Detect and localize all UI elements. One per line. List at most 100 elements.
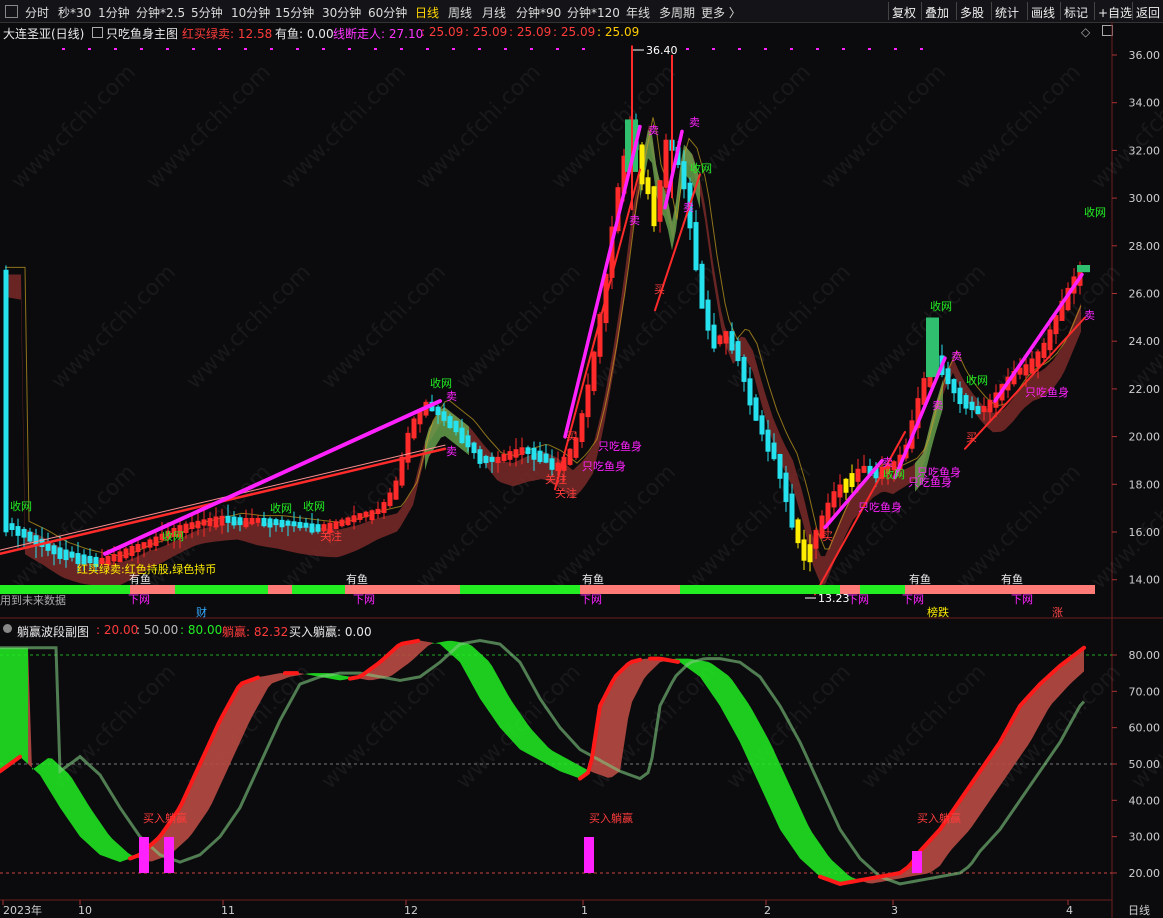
zhichi-label: 只吃鱼身 bbox=[917, 465, 961, 479]
buy-tangying-label: 买入躺赢 bbox=[917, 811, 961, 825]
shouwang-label: 收网 bbox=[162, 529, 184, 543]
osc-band-slice bbox=[768, 738, 772, 812]
candle-body bbox=[27, 531, 33, 542]
candle-body bbox=[717, 335, 723, 345]
shouwang-label: 收网 bbox=[930, 299, 952, 313]
watermark-text: www.cfchi.com bbox=[142, 60, 276, 194]
candle-body bbox=[567, 448, 573, 465]
candle-body bbox=[363, 511, 369, 518]
top-dot bbox=[296, 48, 299, 50]
osc-band-slice bbox=[12, 647, 16, 763]
candle-body bbox=[273, 519, 279, 526]
osc-band-slice bbox=[88, 804, 92, 848]
top-dot bbox=[556, 48, 559, 50]
price-axis-label: 28.00 bbox=[1129, 240, 1161, 253]
cai-label: 财 bbox=[196, 605, 207, 619]
candle-body bbox=[441, 411, 447, 421]
top-dot bbox=[452, 48, 455, 50]
signal-band-segment bbox=[175, 585, 268, 594]
candle-body bbox=[459, 427, 465, 444]
candle-body bbox=[369, 510, 375, 521]
candle-body bbox=[525, 447, 531, 455]
price-axis-label: 34.00 bbox=[1129, 97, 1161, 110]
candle-body bbox=[375, 508, 381, 514]
candle-body bbox=[285, 520, 291, 526]
top-dot bbox=[868, 48, 871, 50]
osc-band-slice bbox=[640, 658, 644, 687]
candle-body bbox=[831, 491, 837, 508]
watermark-text: www.cfchi.com bbox=[7, 60, 141, 194]
top-dot bbox=[322, 48, 325, 50]
osc-band-slice bbox=[780, 764, 784, 836]
xiawang-label: 下网 bbox=[1011, 593, 1033, 606]
candle-highlight bbox=[1077, 265, 1090, 273]
osc-band-slice bbox=[808, 825, 812, 870]
osc-band-slice bbox=[756, 716, 760, 786]
zhang-label: 涨 bbox=[1052, 606, 1063, 619]
candle-body bbox=[249, 517, 255, 525]
osc-band-slice bbox=[116, 842, 120, 863]
osc-band-slice bbox=[1028, 692, 1032, 746]
candle-body bbox=[51, 545, 57, 555]
osc-band-slice bbox=[224, 705, 228, 778]
osc-band-slice bbox=[276, 673, 280, 682]
candle-highlight bbox=[926, 317, 939, 378]
top-dot bbox=[218, 48, 221, 50]
candle-body bbox=[339, 519, 345, 527]
candle-body bbox=[387, 492, 393, 507]
osc-band-slice bbox=[1044, 676, 1048, 717]
osc-band-slice bbox=[824, 849, 828, 880]
osc-band-slice bbox=[572, 761, 576, 778]
candle-body bbox=[117, 551, 123, 563]
youyu-label: 有鱼 bbox=[1001, 572, 1023, 586]
signal-band-segment bbox=[268, 585, 292, 594]
candle-body bbox=[141, 542, 147, 549]
osc-band-slice bbox=[436, 642, 440, 645]
watermark-text: www.cfchi.com bbox=[452, 260, 586, 394]
candle-body bbox=[945, 368, 951, 385]
osc-band-slice bbox=[32, 766, 36, 772]
osc-band-slice bbox=[484, 656, 488, 711]
price-axis-label: 14.00 bbox=[1129, 574, 1161, 587]
osc-axis-label: 60.00 bbox=[1129, 722, 1161, 735]
osc-band-slice bbox=[632, 660, 636, 702]
youyu-label: 有鱼 bbox=[346, 572, 368, 586]
legend-text: 红买绿卖:红色持股,绿色持币 bbox=[77, 562, 216, 576]
osc-band-slice bbox=[732, 679, 736, 735]
guanzhu-label: 关注 bbox=[545, 472, 567, 486]
osc-band-slice bbox=[564, 757, 568, 775]
osc-band-slice bbox=[92, 810, 96, 852]
top-dot bbox=[478, 48, 481, 50]
candle-body bbox=[849, 473, 855, 487]
osc-band-slice bbox=[560, 754, 564, 773]
candle-body bbox=[129, 545, 135, 557]
osc-band-slice bbox=[500, 680, 504, 733]
shouwang-label: 收网 bbox=[430, 376, 452, 390]
osc-band-slice bbox=[736, 685, 740, 743]
candle-body bbox=[861, 465, 867, 473]
time-axis-label: 3 bbox=[891, 904, 898, 917]
candle-body bbox=[411, 418, 417, 439]
sell-label: 卖 bbox=[629, 214, 640, 227]
top-dot bbox=[790, 48, 793, 50]
candle-body bbox=[951, 379, 957, 394]
osc-band-slice bbox=[40, 761, 44, 782]
osc-band-slice bbox=[644, 658, 648, 679]
osc-band-slice bbox=[504, 687, 508, 737]
osc-band-slice bbox=[4, 647, 8, 769]
buy-signal-bar bbox=[164, 837, 174, 873]
osc-axis-label: 20.00 bbox=[1129, 867, 1161, 880]
osc-band-slice bbox=[680, 658, 684, 666]
candle-body bbox=[3, 269, 9, 533]
candle-body bbox=[219, 515, 225, 526]
osc-band-slice bbox=[508, 694, 512, 741]
candle-body bbox=[783, 472, 789, 503]
candle-body bbox=[147, 539, 153, 548]
kline-chart[interactable]: www.cfchi.comwww.cfchi.comwww.cfchi.comw… bbox=[0, 0, 1163, 918]
osc-band-slice bbox=[748, 702, 752, 769]
watermark-text: www.cfchi.com bbox=[952, 60, 1086, 194]
candle-body bbox=[15, 526, 21, 536]
osc-band-slice bbox=[1032, 688, 1036, 739]
candle-body bbox=[957, 387, 963, 405]
osc-band-slice bbox=[80, 791, 84, 841]
